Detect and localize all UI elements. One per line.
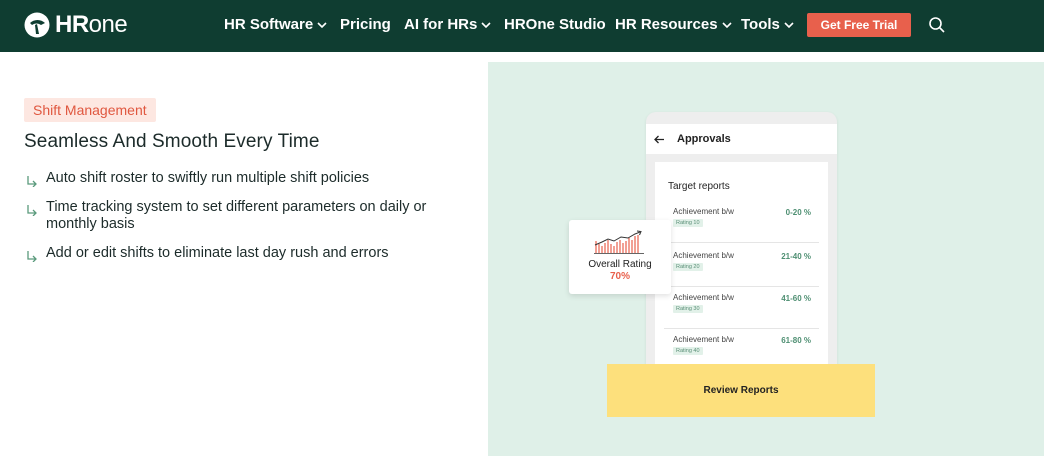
chevron-down-icon — [481, 21, 491, 28]
feature-item: Add or edit shifts to eliminate last day… — [24, 245, 464, 262]
report-row: Achievement b/w Rating 20 21-40 % — [664, 245, 819, 287]
row-range: 41-60 % — [781, 294, 811, 303]
reports-card-title: Target reports — [668, 181, 730, 192]
logo-wordmark: HRone — [55, 11, 128, 38]
rising-bar-chart-icon — [594, 230, 644, 254]
arrow-turn-right-icon — [27, 176, 37, 187]
back-arrow-icon — [654, 135, 664, 143]
section-tag: Shift Management — [24, 98, 156, 122]
hrone-logo[interactable]: HRone — [24, 11, 128, 38]
chevron-down-icon — [721, 21, 732, 28]
hrone-logo-icon — [24, 12, 50, 38]
rating-badge: Rating 20 — [673, 263, 703, 271]
rating-badge: Rating 10 — [673, 219, 703, 227]
row-range: 21-40 % — [781, 252, 811, 261]
feature-item: Auto shift roster to swiftly run multipl… — [24, 170, 464, 187]
report-row: Achievement b/w Rating 10 0-20 % — [664, 201, 819, 243]
top-nav: HRone HR Software Pricing AI for HRs HRO… — [0, 0, 1044, 52]
row-label: Achievement b/w — [673, 293, 734, 302]
nav-pricing[interactable]: Pricing — [340, 16, 391, 34]
row-label: Achievement b/w — [673, 335, 734, 344]
overall-rating-card: Overall Rating 70% — [569, 220, 671, 294]
overall-rating-value: 70% — [609, 271, 630, 282]
feature-item: Time tracking system to set different pa… — [24, 199, 464, 233]
review-reports-button[interactable]: Review Reports — [607, 364, 875, 417]
section-heading: Seamless And Smooth Every Time — [24, 131, 320, 152]
phone-title: Approvals — [677, 133, 731, 145]
row-label: Achievement b/w — [673, 207, 734, 216]
get-free-trial-button[interactable]: Get Free Trial — [807, 13, 911, 37]
rating-badge: Rating 30 — [673, 305, 703, 313]
nav-hrone-studio[interactable]: HROne Studio — [504, 16, 606, 34]
nav-tools[interactable]: Tools — [741, 16, 794, 34]
row-range: 0-20 % — [785, 208, 811, 217]
nav-hr-resources[interactable]: HR Resources — [615, 16, 732, 34]
row-label: Achievement b/w — [673, 251, 734, 260]
arrow-turn-right-icon — [27, 205, 37, 216]
phone-header: Approvals — [646, 124, 837, 154]
chevron-down-icon — [784, 21, 794, 28]
search-icon[interactable] — [928, 16, 946, 34]
feature-list: Auto shift roster to swiftly run multipl… — [24, 170, 464, 274]
report-row: Achievement b/w Rating 30 41-60 % — [664, 287, 819, 329]
arrow-turn-right-icon — [27, 251, 37, 262]
chevron-down-icon — [317, 21, 327, 28]
overall-rating-label: Overall Rating — [588, 259, 652, 270]
rating-badge: Rating 40 — [673, 347, 703, 355]
nav-ai-for-hrs[interactable]: AI for HRs — [404, 16, 491, 34]
row-range: 61-80 % — [781, 336, 811, 345]
nav-hr-software[interactable]: HR Software — [224, 16, 327, 34]
